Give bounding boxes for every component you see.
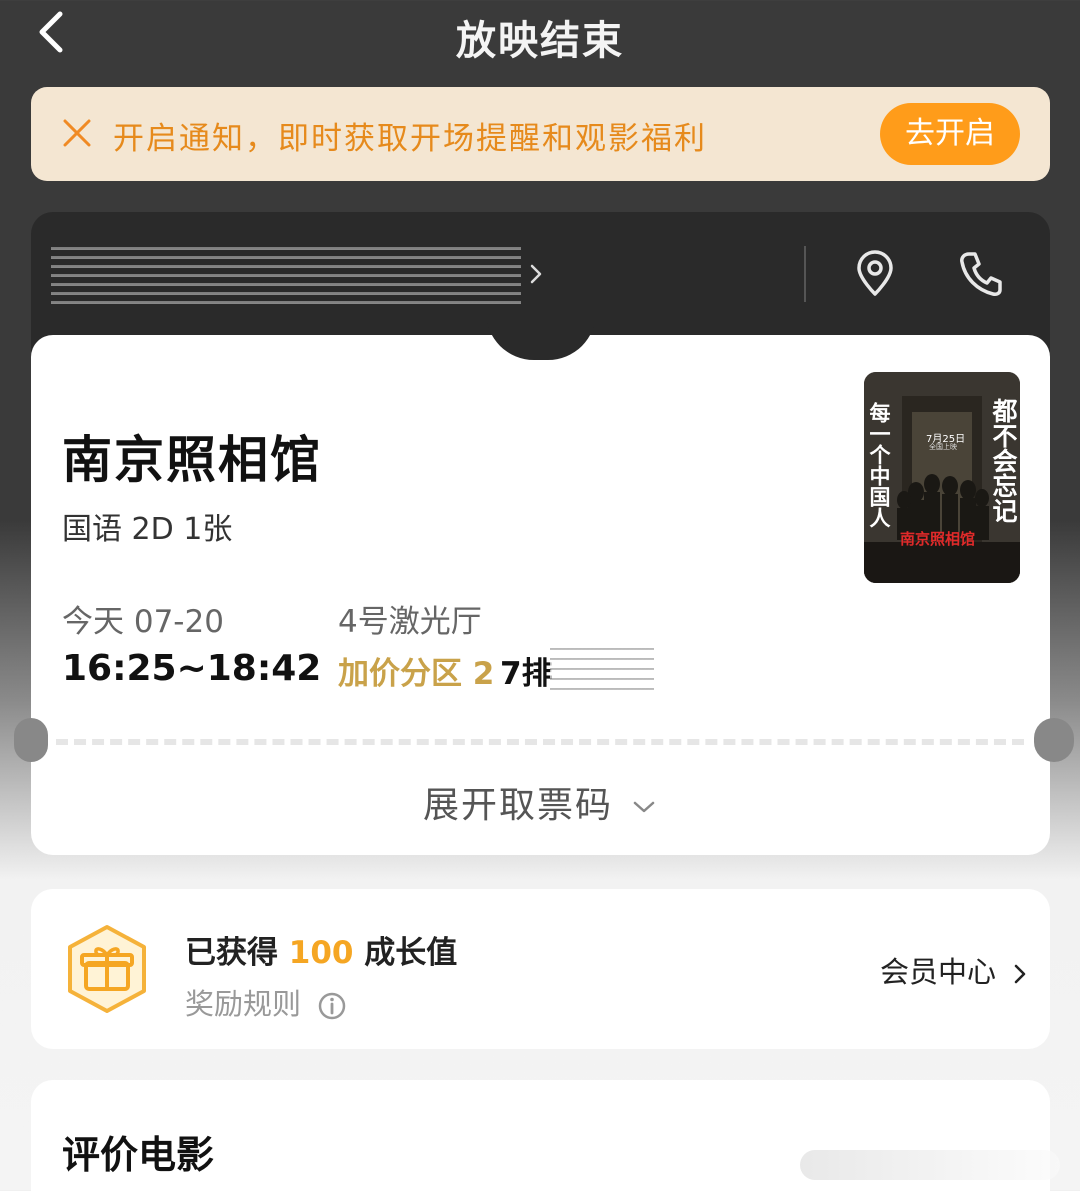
reward-prefix: 已获得 (185, 935, 289, 971)
info-icon (318, 992, 346, 1020)
top-nav-bar: 放映结束 (0, 0, 1080, 70)
enable-notification-button[interactable]: 去开启 (880, 103, 1020, 165)
reward-title: 已获得 100 成长值 (185, 927, 457, 972)
reward-points: 100 (288, 935, 354, 971)
chevron-down-icon (633, 801, 655, 813)
poster-logo: 南京照相馆 (900, 530, 976, 548)
close-button[interactable] (61, 117, 93, 149)
close-icon (63, 119, 91, 147)
seat-number-obscured (550, 644, 654, 696)
ticket-divider (56, 739, 1024, 745)
show-time: 16:25~18:42 (62, 648, 322, 689)
location-pin-icon[interactable] (853, 250, 897, 298)
hall-name: 4号激光厅 (338, 604, 482, 640)
gift-icon (64, 923, 150, 1015)
movie-title: 南京照相馆 (62, 431, 322, 489)
movie-format: 国语 2D 1张 (62, 512, 233, 547)
reward-suffix: 成长值 (353, 935, 458, 971)
cinema-name-obscured[interactable] (51, 244, 521, 304)
seat-row: 7排 (500, 656, 553, 692)
member-center-link[interactable]: 会员中心 (880, 949, 1028, 991)
reward-card: 已获得 100 成长值 奖励规则 会员中心 (31, 889, 1050, 1049)
watermark-obscured (800, 1150, 1060, 1180)
member-center-label: 会员中心 (879, 955, 996, 989)
reward-rules-label: 奖励规则 (185, 987, 302, 1021)
poster-left-text: 每一个中国人 (867, 402, 891, 528)
divider (804, 246, 806, 302)
notification-banner: 开启通知，即时获取开场提醒和观影福利 去开启 (31, 87, 1050, 181)
ticket-notch-left (14, 718, 48, 762)
ticket-notch-right (1034, 718, 1074, 762)
notification-text: 开启通知，即时获取开场提醒和观影福利 (113, 121, 707, 157)
show-date: 今天 07-20 (62, 604, 224, 640)
phone-icon[interactable] (957, 250, 1003, 298)
poster-date-sub: 全国上映 (929, 443, 957, 451)
page-title: 放映结束 (456, 18, 624, 64)
chevron-right-icon (1014, 964, 1026, 984)
expand-ticket-code-button[interactable]: 展开取票码 (0, 776, 1080, 828)
rate-movie-title: 评价电影 (62, 1133, 215, 1177)
seat-zone: 加价分区 2 (338, 656, 495, 692)
expand-ticket-code-label: 展开取票码 (422, 785, 613, 826)
movie-poster[interactable]: 每一个中国人 都不会忘记 7月25日 全国上映 南京照相馆 (864, 372, 1020, 583)
chevron-right-icon[interactable] (526, 262, 546, 286)
poster-right-text: 都不会忘记 (989, 398, 1018, 523)
reward-rules-link[interactable]: 奖励规则 (185, 981, 347, 1023)
